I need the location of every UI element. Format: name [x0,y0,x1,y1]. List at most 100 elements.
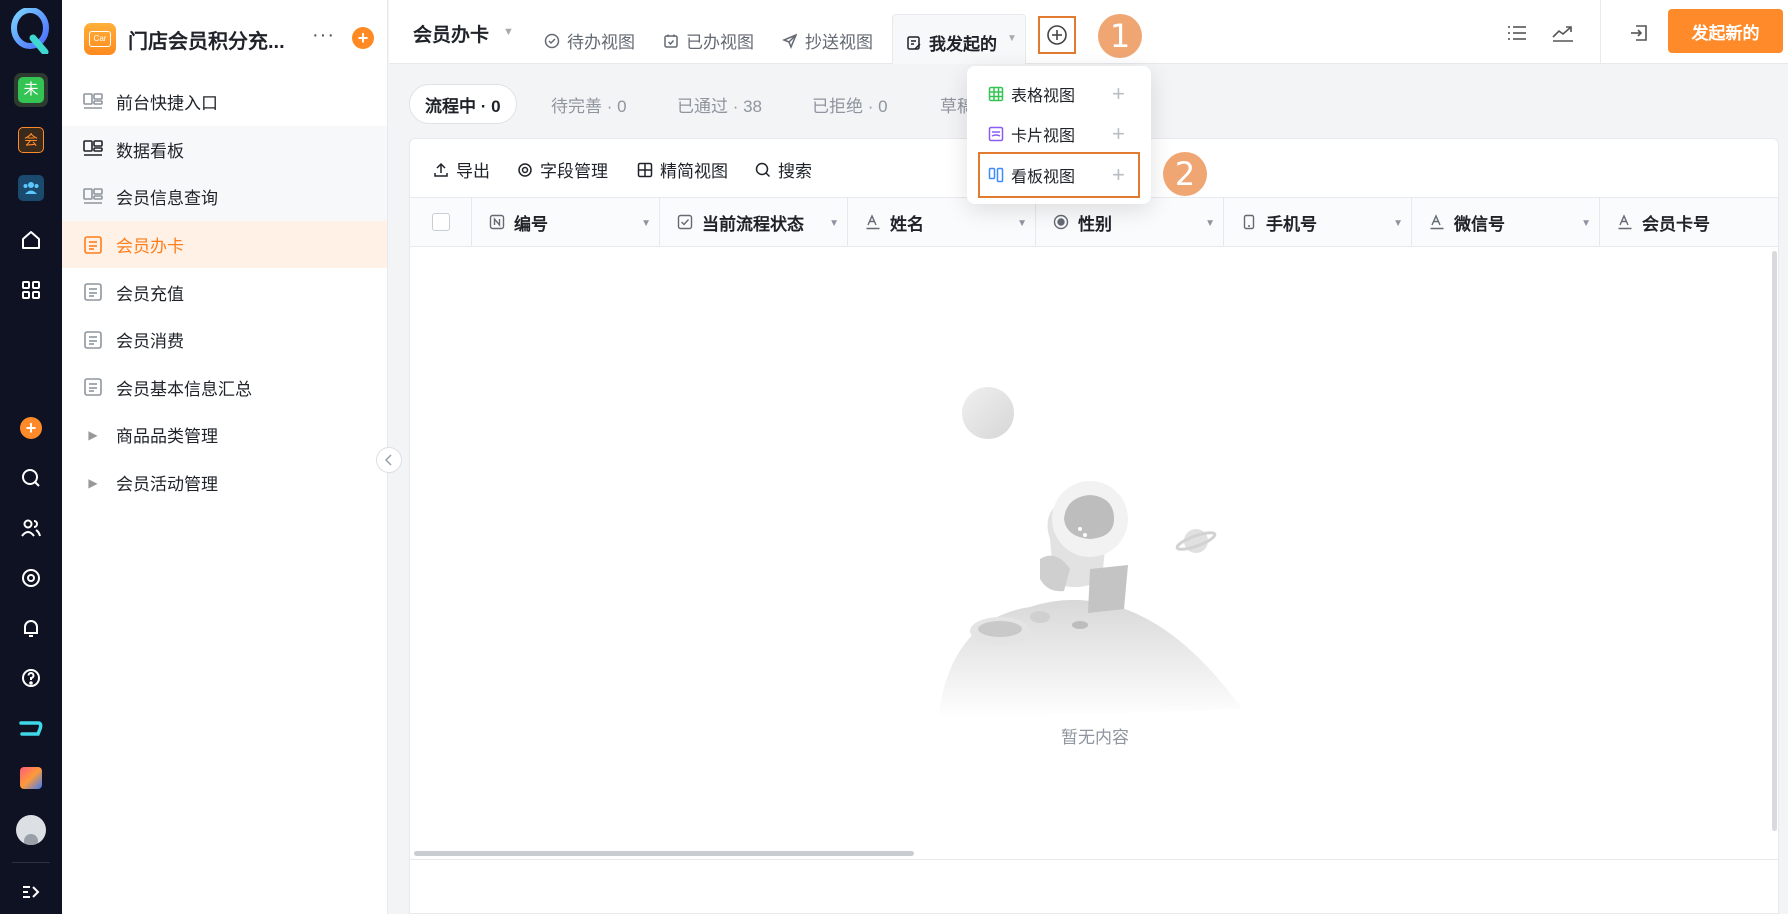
column-menu-icon[interactable]: ▼ [641,218,651,229]
sidebar-item-label: 会员活动管理 [116,475,218,495]
radio-icon [1052,213,1070,231]
create-plus-icon[interactable]: + [0,408,62,448]
column-header-phone[interactable]: 手机号 ▼ [1224,198,1412,246]
table-grid-icon [636,161,654,179]
green-app-icon[interactable]: 未 [0,70,62,110]
export-button[interactable]: 导出 [432,157,490,182]
column-header-flow-status[interactable]: 当前流程状态 ▼ [660,198,848,246]
sidebar-item-consume[interactable]: 会员消费 [62,316,387,364]
tab-done-view[interactable]: 已办视图 [662,28,754,53]
sidebar-item-data-board[interactable]: 数据看板 [62,125,387,174]
more-options-icon[interactable]: ··· [312,24,335,47]
text-icon [1616,213,1634,231]
menu-item-card-view[interactable]: 卡片视图 + [967,117,1151,151]
collapse-sidebar-button[interactable] [376,447,402,473]
sidebar-item-member-card[interactable]: 会员办卡 [62,220,387,269]
column-header-wechat[interactable]: 微信号 ▼ [1412,198,1600,246]
select-all-checkbox[interactable] [410,198,472,246]
sidebar-item-member-query[interactable]: 会员信息查询 [62,173,387,221]
tab-label: 抄送视图 [805,33,873,52]
tab-label: 待办视图 [567,33,635,52]
search-button[interactable]: 搜索 [754,157,812,182]
horizontal-scrollbar[interactable] [414,851,914,856]
sidebar-item-recharge[interactable]: 会员充值 [62,268,387,316]
sidebar-item-activities[interactable]: ▶ 会员活动管理 [62,459,387,507]
column-menu-icon[interactable]: ▼ [1205,218,1215,229]
tab-my-initiated[interactable]: 我发起的 ▼ [892,14,1026,64]
avatar[interactable] [0,808,62,852]
status-chip-in-progress[interactable]: 流程中 · 0 [409,84,517,124]
tab-todo-view[interactable]: 待办视图 [543,28,635,53]
sidebar-item-summary[interactable]: 会员基本信息汇总 [62,364,387,412]
add-icon[interactable]: + [1112,81,1125,107]
app-title[interactable]: 门店会员积分充... [128,25,285,54]
phone-icon [1240,213,1258,231]
grid-icon[interactable] [0,270,62,310]
number-icon [488,213,506,231]
brand-icon[interactable] [0,708,62,748]
add-view-button[interactable] [1038,16,1076,54]
form-icon [82,234,104,256]
calendar-check-icon [662,32,680,50]
chevron-down-icon[interactable]: ▼ [1007,33,1017,44]
column-label: 当前流程状态 [702,214,804,234]
field-manage-button[interactable]: 字段管理 [516,157,608,182]
help-icon[interactable] [0,658,62,698]
home-icon[interactable] [0,220,62,260]
trend-chart-icon[interactable] [1550,20,1576,46]
caret-right-icon[interactable]: ▶ [82,428,104,442]
column-menu-icon[interactable]: ▼ [1017,218,1027,229]
empty-state-illustration [930,379,1260,724]
compact-view-label: 精简视图 [660,162,728,181]
column-label: 姓名 [890,214,924,234]
status-chip-rejected[interactable]: 已拒绝 · 0 [812,84,888,124]
photo-app-icon[interactable] [0,758,62,798]
menu-item-table-view[interactable]: 表格视图 + [967,77,1151,111]
column-menu-icon[interactable]: ▼ [1581,218,1591,229]
orange-app-icon[interactable]: 会 [0,120,62,160]
sidebar-item-label: 会员信息查询 [116,189,218,209]
sidebar: Car 门店会员积分充... ··· + 前台快捷入口 数据看板 会员信息查询 … [62,0,388,914]
q-logo-icon[interactable] [0,6,62,56]
form-edit-icon [905,34,923,52]
column-header-name[interactable]: 姓名 ▼ [848,198,1036,246]
data-table-card: 导出 字段管理 精简视图 搜索 编号 ▼ 当前流程状态 ▼ 姓名 ▼ 性别 ▼ … [409,138,1779,914]
column-menu-icon[interactable]: ▼ [829,218,839,229]
column-header-gender[interactable]: 性别 ▼ [1036,198,1224,246]
add-icon[interactable]: + [1112,121,1125,147]
form-name[interactable]: 会员办卡 [413,20,489,47]
table-header: 编号 ▼ 当前流程状态 ▼ 姓名 ▼ 性别 ▼ 手机号 ▼ 微信号 ▼ 会员卡号 [410,197,1778,247]
status-chip-pending[interactable]: 待完善 · 0 [551,84,627,124]
text-icon [864,213,882,231]
column-header-card-number[interactable]: 会员卡号 [1600,198,1778,246]
vertical-scrollbar[interactable] [1772,251,1777,831]
people-icon[interactable] [0,508,62,548]
column-header-number[interactable]: 编号 ▼ [472,198,660,246]
column-label: 性别 [1078,214,1112,234]
expand-icon[interactable] [0,872,62,912]
tab-cc-view[interactable]: 抄送视图 [781,28,873,53]
new-submission-button[interactable]: 发起新的 [1668,9,1783,53]
team-app-icon[interactable] [0,168,62,208]
list-view-icon[interactable] [1504,20,1530,46]
add-item-button[interactable]: + [352,27,374,49]
column-label: 手机号 [1266,214,1317,234]
compact-view-button[interactable]: 精简视图 [636,157,728,182]
column-menu-icon[interactable]: ▼ [1393,218,1403,229]
card-view-icon [987,125,1005,143]
column-label: 会员卡号 [1642,214,1710,234]
chevron-down-icon[interactable]: ▼ [503,26,514,38]
status-chip-approved[interactable]: 已通过 · 38 [677,84,762,124]
sidebar-item-label: 会员充值 [116,284,184,304]
table-view-icon [987,85,1005,103]
bell-icon[interactable] [0,608,62,648]
form-icon [82,329,104,351]
exit-icon[interactable] [1626,20,1652,46]
sidebar-item-product-category[interactable]: ▶ 商品品类管理 [62,411,387,459]
search-icon[interactable] [0,458,62,498]
target-icon[interactable] [0,558,62,598]
tab-label: 已办视图 [686,33,754,52]
sidebar-item-front-desk[interactable]: 前台快捷入口 [62,78,387,126]
caret-right-icon[interactable]: ▶ [82,476,104,490]
orange-app-badge: 会 [18,127,44,153]
